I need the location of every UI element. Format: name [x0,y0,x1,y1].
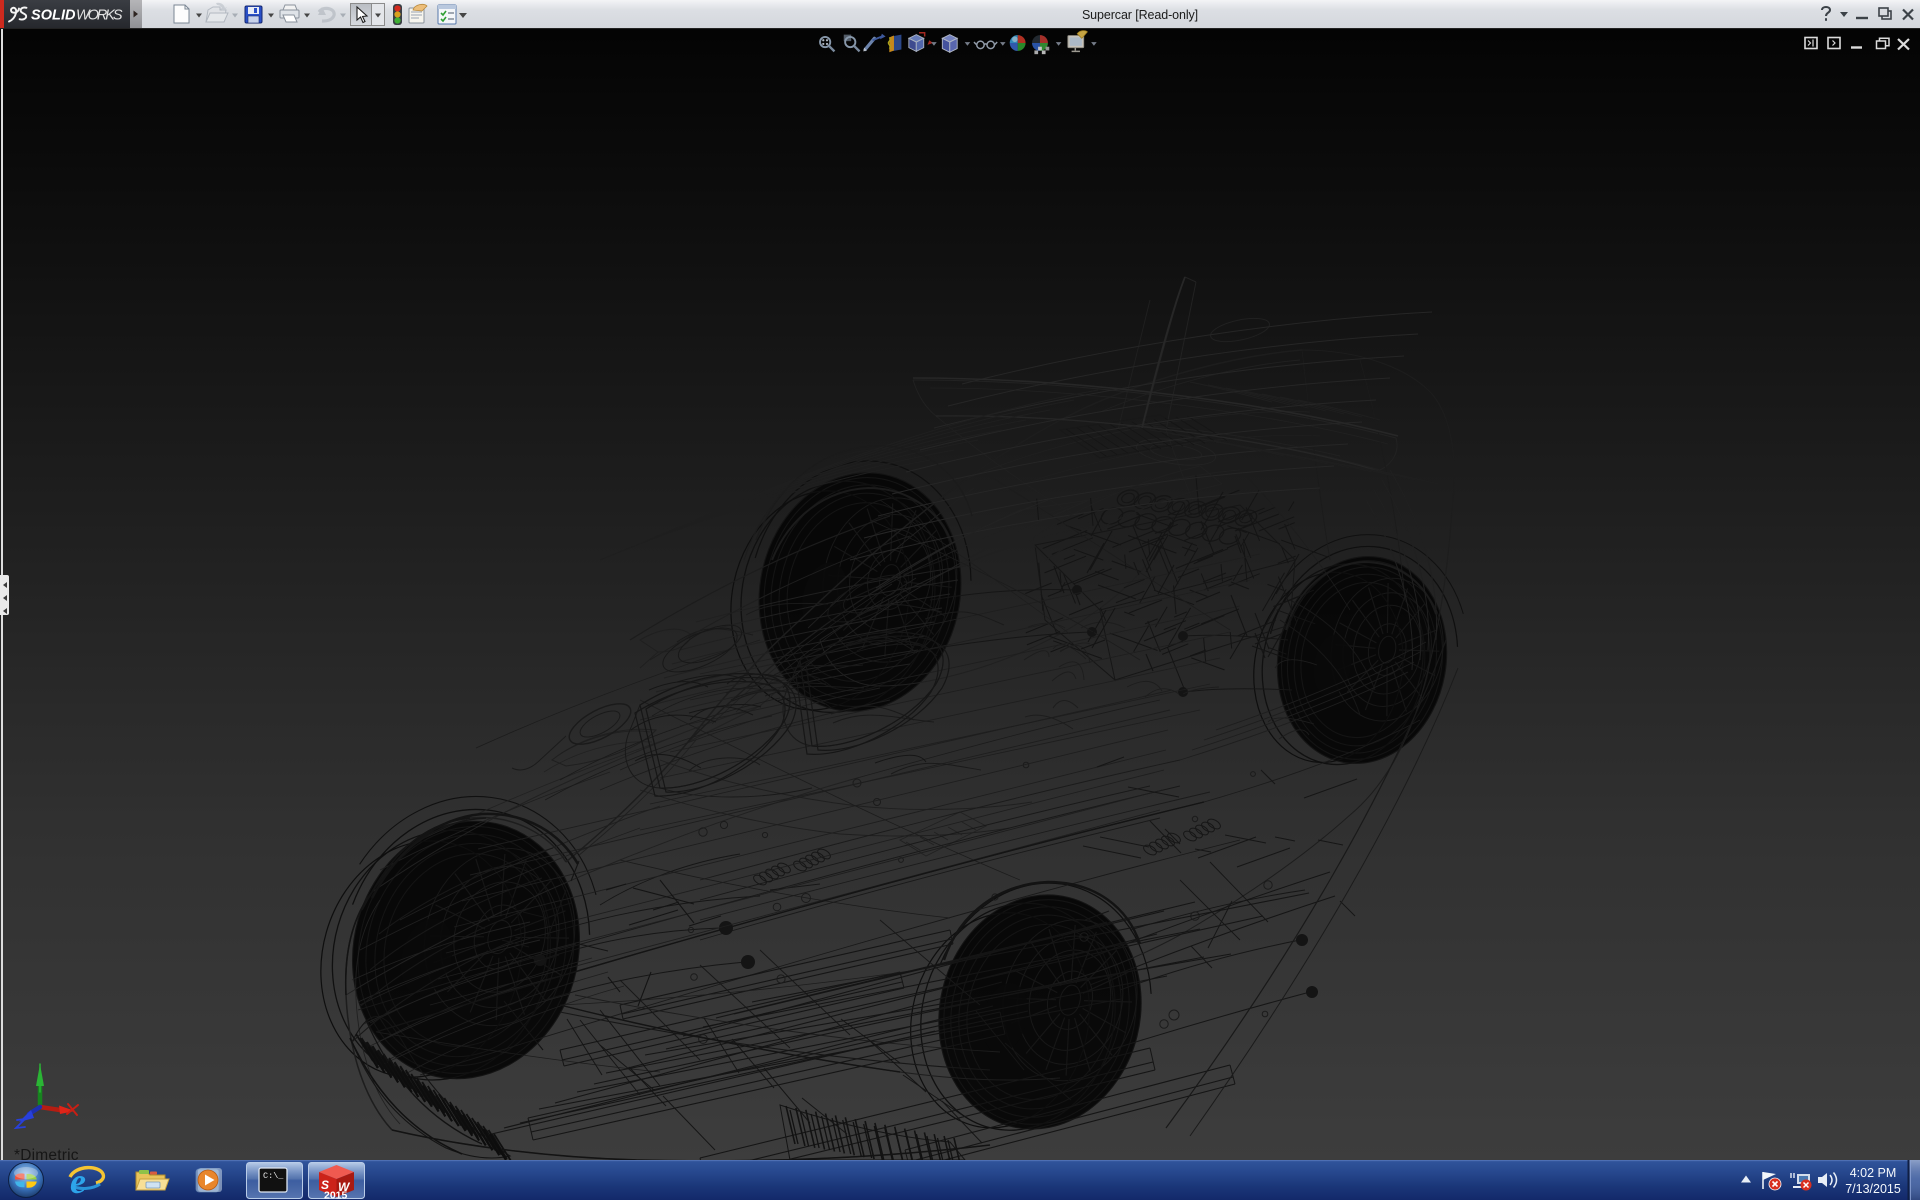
svg-text:2015: 2015 [324,1190,348,1200]
svg-text:C:\_: C:\_ [263,1171,284,1181]
svg-text:4:02 PM: 4:02 PM [1850,1166,1897,1180]
svg-text:7/13/2015: 7/13/2015 [1845,1182,1901,1196]
